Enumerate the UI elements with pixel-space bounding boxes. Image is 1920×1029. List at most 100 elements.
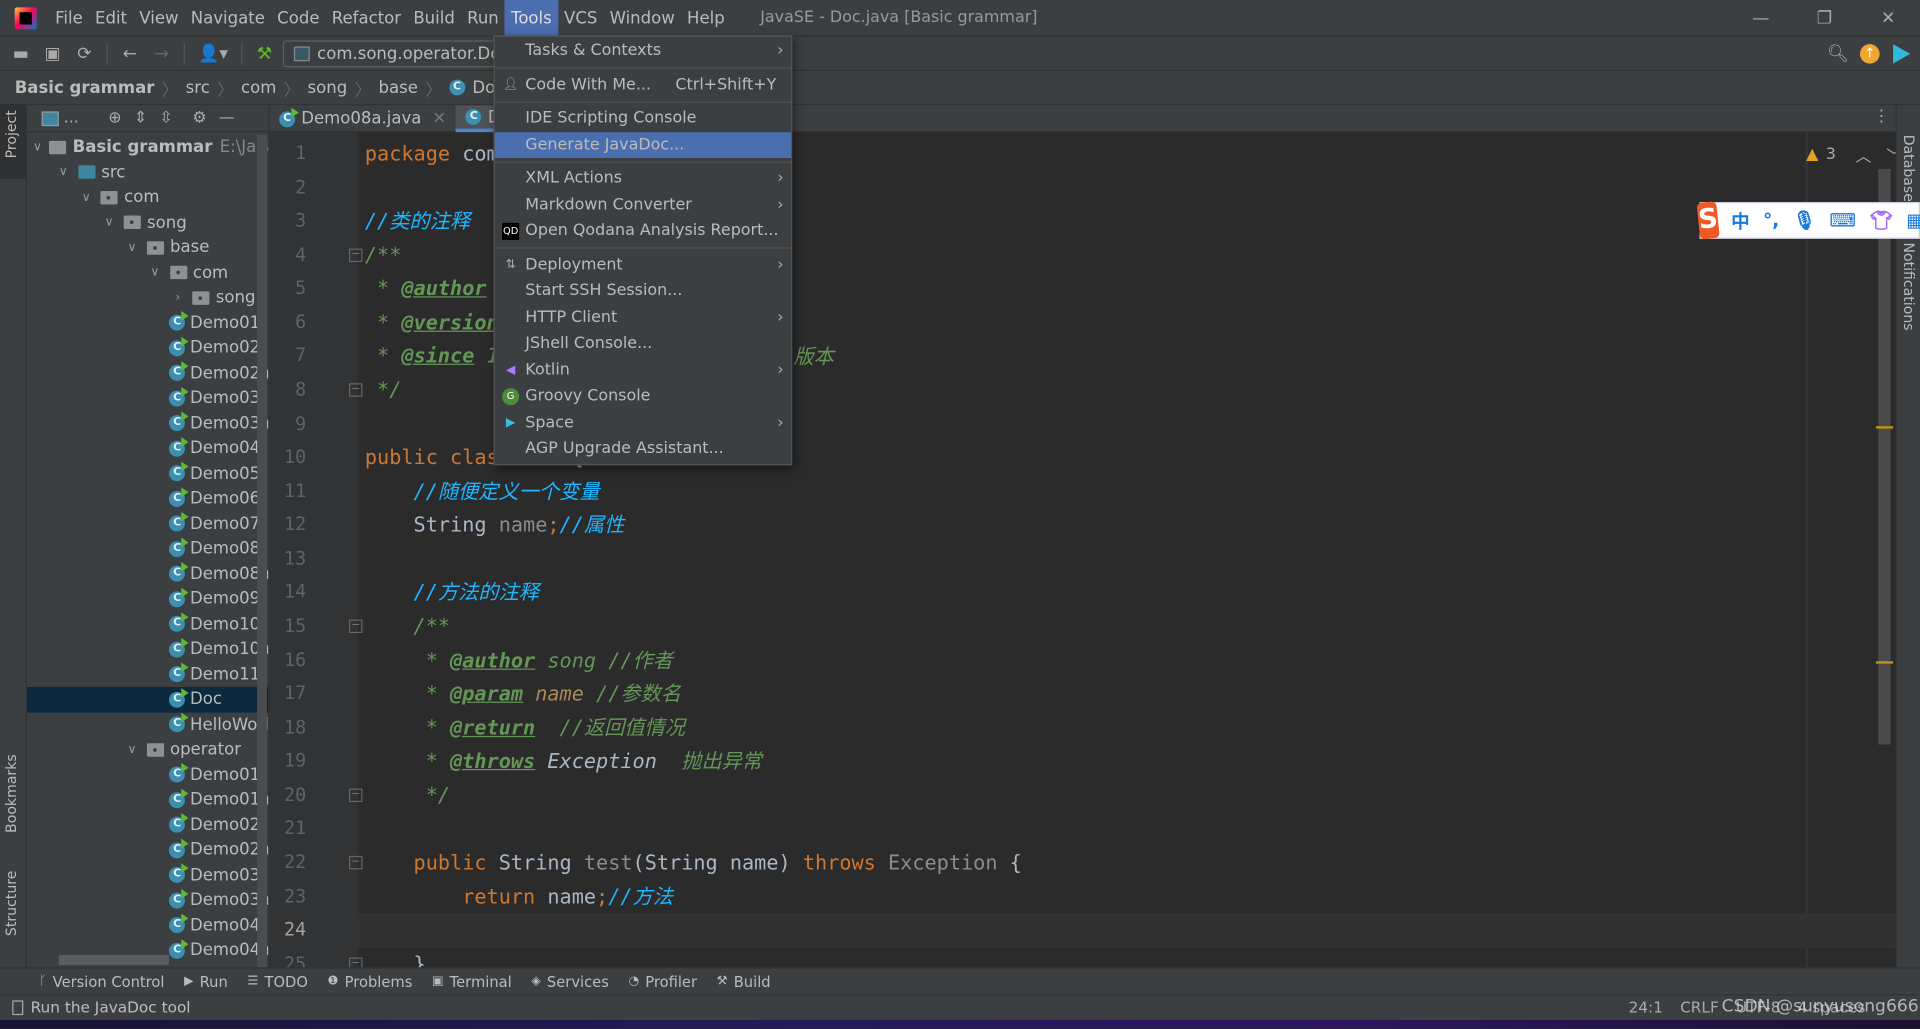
- ime-mode-toggle[interactable]: 中: [1731, 208, 1749, 234]
- tree-item[interactable]: C Demo03a: [27, 411, 268, 436]
- menu-item[interactable]: ⇅ Deployment ›: [495, 252, 791, 278]
- tree-item[interactable]: C Demo01: [27, 310, 268, 335]
- menu-item[interactable]: Start SSH Session...: [495, 278, 791, 304]
- tool-window-version-control[interactable]: ᚴ Version Control: [39, 973, 164, 990]
- tree-item[interactable]: C Demo09: [27, 587, 268, 612]
- tree-item[interactable]: C Demo08: [27, 536, 268, 561]
- back-icon[interactable]: ←: [116, 40, 143, 67]
- database-tool-button[interactable]: Database: [1900, 135, 1917, 202]
- tree-item[interactable]: ∨ base: [27, 235, 268, 260]
- collapse-all-icon[interactable]: ⇳: [159, 109, 172, 127]
- fold-toggle-icon[interactable]: −: [348, 619, 363, 634]
- structure-tool-button[interactable]: Structure: [2, 871, 19, 937]
- tree-item[interactable]: C Demo11: [27, 662, 268, 687]
- tree-item[interactable]: ∨ song: [27, 210, 268, 235]
- chevron-down-icon[interactable]: ∨: [33, 141, 42, 154]
- tool-window-problems[interactable]: ❶ Problems: [328, 973, 413, 990]
- chevron-down-icon[interactable]: ∨: [102, 216, 117, 229]
- tree-item[interactable]: C Demo03: [27, 386, 268, 411]
- breadcrumb-item[interactable]: com: [241, 78, 276, 98]
- menu-refactor[interactable]: Refactor: [326, 0, 408, 36]
- menu-item[interactable]: ◀ Kotlin ›: [495, 357, 791, 383]
- tool-window-build[interactable]: ⚒ Build: [717, 973, 771, 990]
- tree-item[interactable]: C Demo02: [27, 812, 268, 837]
- project-tool-button[interactable]: Project: [2, 110, 19, 158]
- tree-item[interactable]: C Demo08a: [27, 561, 268, 586]
- tool-window-terminal[interactable]: ▣ Terminal: [432, 973, 512, 990]
- tree-item[interactable]: ∨ com: [27, 185, 268, 210]
- menu-help[interactable]: Help: [681, 0, 731, 36]
- restore-icon[interactable]: ❐: [1793, 0, 1857, 37]
- menu-item[interactable]: Markdown Converter ›: [495, 192, 791, 218]
- sogou-logo-icon[interactable]: S: [1696, 201, 1720, 240]
- fold-toggle-icon[interactable]: −: [348, 383, 363, 397]
- space-icon[interactable]: [1893, 44, 1911, 64]
- tool-window-todo[interactable]: ☰ TODO: [247, 973, 308, 990]
- build-hammer-icon[interactable]: ⚒: [251, 40, 278, 67]
- tool-window-services[interactable]: ◈ Services: [531, 973, 609, 990]
- menu-code[interactable]: Code: [271, 0, 326, 36]
- menu-navigate[interactable]: Navigate: [185, 0, 271, 36]
- menu-item[interactable]: G Groovy Console: [495, 383, 791, 409]
- chevron-down-icon[interactable]: ∨: [125, 743, 140, 756]
- more-tabs-icon[interactable]: ⋮: [1873, 108, 1889, 126]
- fold-toggle-icon[interactable]: −: [348, 788, 363, 802]
- tree-item[interactable]: C Demo04: [27, 913, 268, 938]
- editor-tab[interactable]: C Demo08a.java ✕: [269, 105, 456, 132]
- menu-tools[interactable]: Tools: [504, 0, 558, 37]
- tree-item[interactable]: C Demo06: [27, 486, 268, 511]
- tree-item[interactable]: C Demo10: [27, 612, 268, 637]
- chevron-down-icon[interactable]: ∨: [56, 166, 71, 179]
- breadcrumb-item[interactable]: Basic grammar: [15, 78, 155, 98]
- minimize-icon[interactable]: —: [1729, 0, 1793, 37]
- tree-item[interactable]: ∨ operator: [27, 737, 268, 762]
- expand-all-icon[interactable]: ⇕: [134, 109, 147, 127]
- menu-build[interactable]: Build: [407, 0, 461, 36]
- menu-item[interactable]: JShell Console...: [495, 331, 791, 357]
- hide-icon[interactable]: —: [219, 109, 235, 127]
- chevron-down-icon[interactable]: ∨: [125, 241, 140, 254]
- tree-item[interactable]: C Demo10a: [27, 637, 268, 662]
- tree-item[interactable]: › song: [27, 285, 268, 310]
- skin-icon[interactable]: 👕︎: [1870, 209, 1893, 231]
- tree-item[interactable]: C Demo01: [27, 762, 268, 787]
- next-highlight-icon[interactable]: ﹀: [1886, 143, 1895, 166]
- close-tab-icon[interactable]: ✕: [432, 109, 446, 129]
- menu-item[interactable]: HTTP Client ›: [495, 304, 791, 330]
- ime-punct-toggle[interactable]: °,: [1763, 209, 1779, 231]
- save-icon[interactable]: ▣: [39, 40, 66, 67]
- breadcrumb-item[interactable]: song: [308, 78, 348, 98]
- close-icon[interactable]: ✕: [1856, 0, 1920, 37]
- tree-item[interactable]: ∨Basic grammarE:\Java stu: [27, 135, 268, 160]
- settings-gear-icon[interactable]: ⚙: [192, 109, 206, 127]
- tree-item[interactable]: ∨ com: [27, 260, 268, 285]
- tree-item[interactable]: CHelloWorld: [27, 712, 268, 737]
- tree-item[interactable]: C Demo02a: [27, 838, 268, 863]
- menu-item[interactable]: QD Open Qodana Analysis Report...: [495, 218, 791, 244]
- tree-horizontal-scrollbar[interactable]: [58, 955, 169, 965]
- microphone-icon[interactable]: 🎙︎: [1793, 209, 1816, 231]
- menu-item[interactable]: AGP Upgrade Assistant...: [495, 436, 791, 462]
- run-config-select[interactable]: com.song.operator.Demo: [282, 39, 516, 67]
- open-folder-icon[interactable]: ▬: [7, 40, 34, 67]
- menu-item[interactable]: Generate JavaDoc...: [494, 131, 792, 158]
- tree-item[interactable]: C Demo02a: [27, 361, 268, 386]
- view-icon[interactable]: [41, 110, 59, 126]
- sync-icon[interactable]: ⟳: [71, 40, 98, 67]
- menu-edit[interactable]: Edit: [89, 0, 133, 36]
- tool-window-profiler[interactable]: ◔ Profiler: [628, 973, 697, 990]
- menu-file[interactable]: File: [49, 0, 89, 36]
- locate-icon[interactable]: ⊕: [108, 109, 121, 127]
- inspection-widget[interactable]: ▲ 3 ︿ ﹀: [1806, 143, 1895, 167]
- line-separator[interactable]: CRLF: [1680, 998, 1719, 1016]
- caret-position[interactable]: 24:1: [1629, 998, 1663, 1016]
- menu-item[interactable]: 👤︎ Code With Me... Ctrl+Shift+Y: [495, 72, 791, 98]
- user-icon[interactable]: 👤▾: [193, 40, 232, 67]
- tree-item[interactable]: C Demo05: [27, 461, 268, 486]
- tree-item[interactable]: ∨ src: [27, 160, 268, 185]
- prev-highlight-icon[interactable]: ︿: [1855, 143, 1871, 166]
- tree-item[interactable]: C Demo03a: [27, 888, 268, 913]
- menu-item[interactable]: IDE Scripting Console: [495, 105, 791, 131]
- keyboard-icon[interactable]: ⌨: [1830, 209, 1857, 231]
- breadcrumb-item[interactable]: src: [186, 78, 210, 98]
